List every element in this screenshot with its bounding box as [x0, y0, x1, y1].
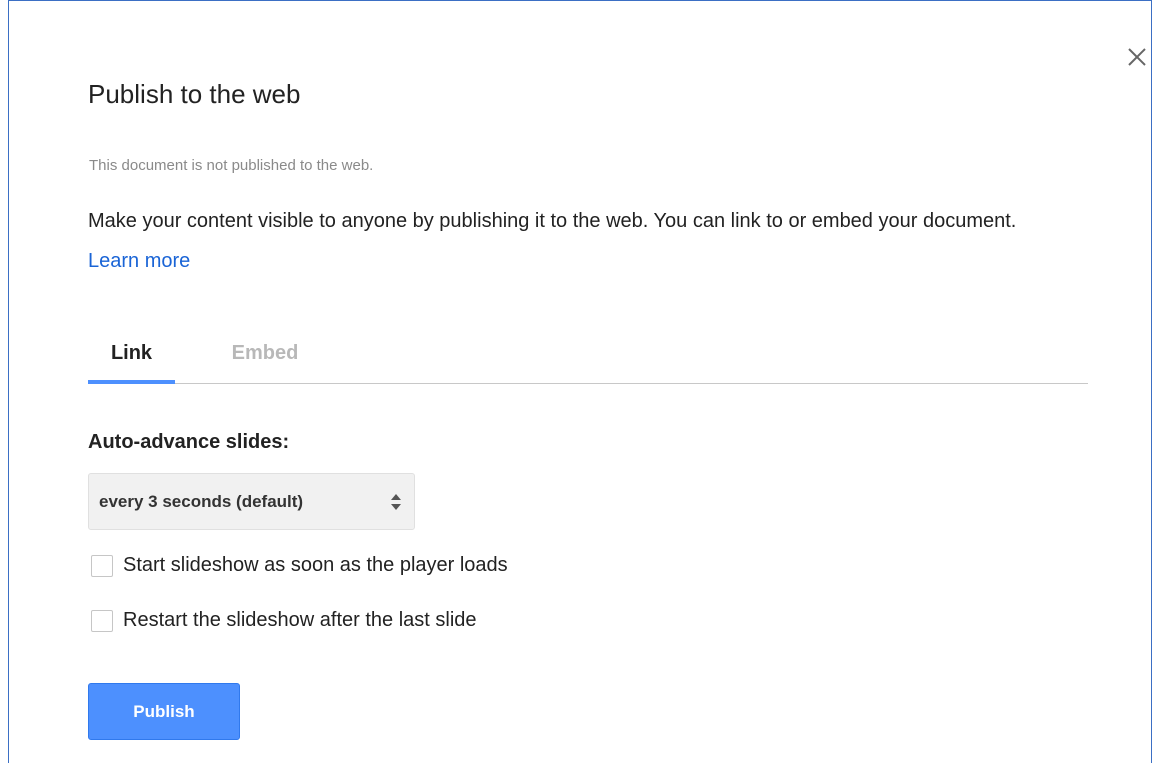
tab-link[interactable]: Link	[88, 336, 175, 384]
publish-status: This document is not published to the we…	[89, 157, 374, 174]
restart-checkbox[interactable]	[91, 609, 113, 632]
restart-option[interactable]: Restart the slideshow after the last sli…	[91, 609, 477, 632]
auto-advance-select[interactable]: every 3 seconds (default)	[88, 473, 415, 530]
tab-embed[interactable]: Embed	[220, 336, 310, 383]
description-text: Make your content visible to anyone by p…	[88, 210, 1017, 232]
start-on-load-option[interactable]: Start slideshow as soon as the player lo…	[91, 554, 508, 577]
close-icon[interactable]	[1119, 39, 1154, 75]
learn-more-link[interactable]: Learn more	[88, 250, 190, 272]
dialog-title: Publish to the web	[88, 79, 301, 109]
updown-arrows-icon	[391, 494, 401, 510]
start-on-load-label: Start slideshow as soon as the player lo…	[123, 554, 508, 576]
publish-dialog: Publish to the web This document is not …	[8, 0, 1152, 763]
start-on-load-checkbox[interactable]	[91, 554, 113, 577]
tab-bar: Link Embed	[88, 336, 1088, 384]
dialog-description: Make your content visible to anyone by p…	[88, 201, 1068, 281]
auto-advance-label: Auto-advance slides:	[88, 431, 290, 453]
restart-label: Restart the slideshow after the last sli…	[123, 609, 477, 631]
publish-button[interactable]: Publish	[88, 683, 240, 740]
auto-advance-value: every 3 seconds (default)	[99, 491, 304, 511]
